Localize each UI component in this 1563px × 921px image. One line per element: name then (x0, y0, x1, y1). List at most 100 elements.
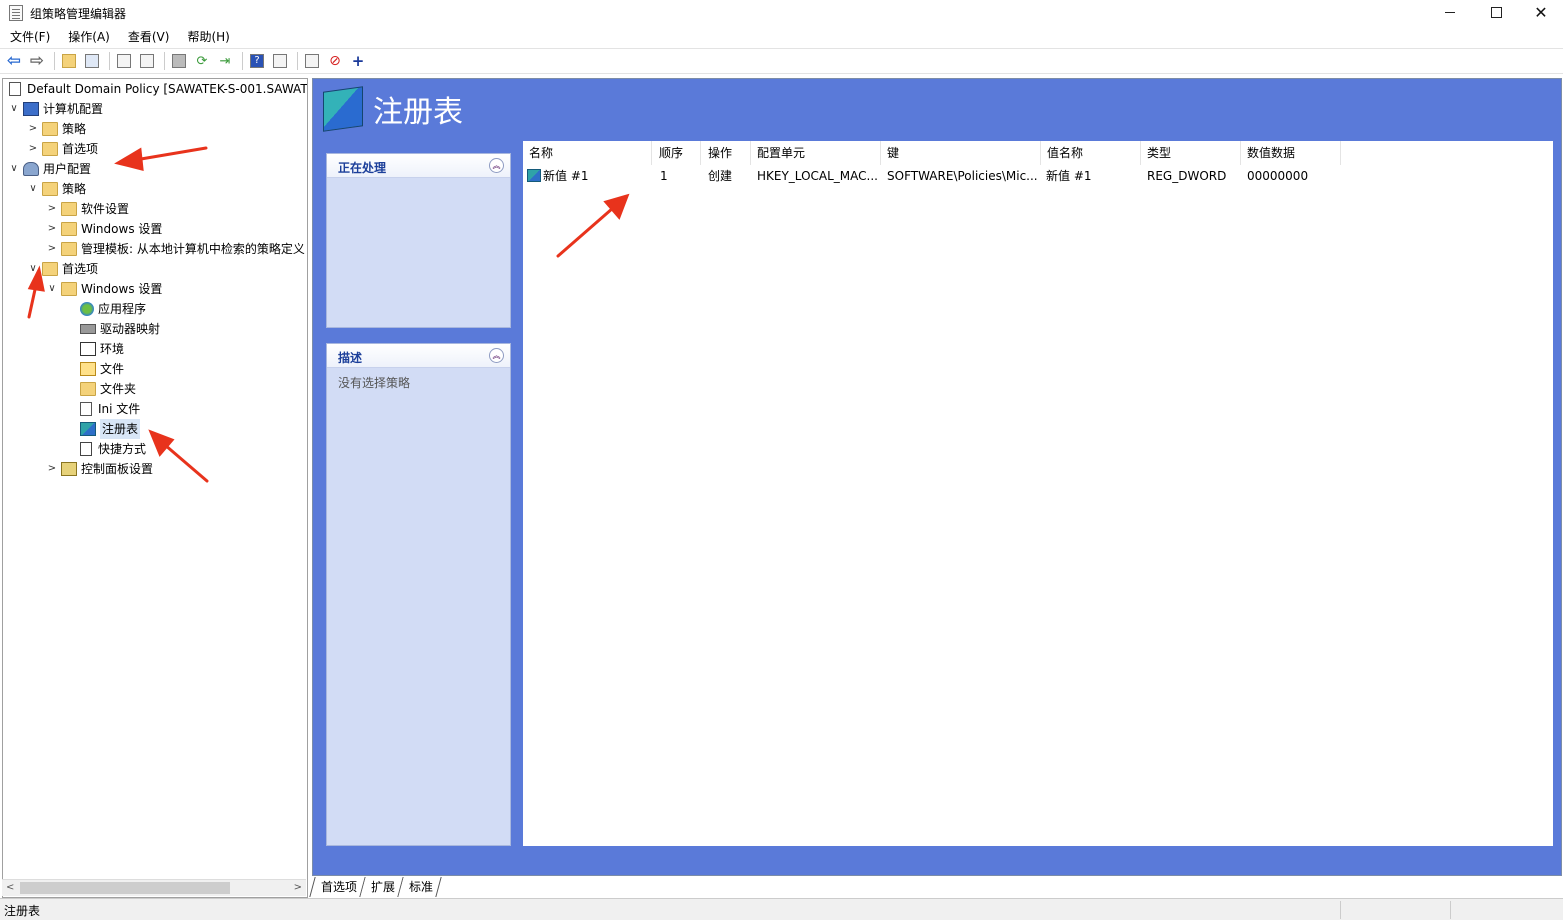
tree-item-label: 控制面板设置 (81, 462, 154, 476)
tree-item-user-preferences[interactable]: ∨ 首选项 (26, 259, 98, 279)
up-folder-icon[interactable] (59, 51, 79, 71)
tree-item-shortcuts[interactable]: 快捷方式 (64, 439, 146, 459)
table-cell-text: 新值 #1 (543, 169, 589, 183)
scroll-right-icon[interactable]: > (294, 880, 302, 896)
column-header-type[interactable]: 类型 (1141, 141, 1241, 165)
column-header-order[interactable]: 顺序 (653, 141, 701, 165)
new-document-icon[interactable] (302, 51, 322, 71)
description-header[interactable]: 描述 ︽ (327, 344, 510, 368)
tree-item-pref-windows-settings[interactable]: ∨ Windows 设置 (45, 279, 162, 299)
registry-value-icon (527, 169, 541, 182)
tree-item-registry[interactable]: 注册表 (64, 419, 141, 439)
tab-standard[interactable]: 标准 (398, 877, 442, 897)
toolbar-separator (242, 52, 243, 70)
refresh-icon[interactable]: ⟳ (192, 51, 212, 71)
menu-file[interactable]: 文件(F) (0, 26, 58, 48)
folder-icon (80, 382, 96, 396)
close-button[interactable]: ✕ (1518, 0, 1563, 24)
window-title: 组策略管理编辑器 (30, 6, 127, 21)
tree-item-label: Windows 设置 (81, 282, 163, 296)
collapse-chevron-up-icon[interactable]: ︽ (489, 158, 504, 173)
tree-item-user-config[interactable]: ∨ 用户配置 (7, 159, 91, 179)
toolbar: ⇦ ⇨ ⟳ ⇥ ? ⊘ + (0, 48, 1563, 74)
tree-item-drive-maps[interactable]: 驱动器映射 (64, 319, 160, 339)
computer-icon (23, 102, 39, 116)
extension-view: 注册表 正在处理 ︽ 描述 ︽ 没有选择策略 名称 顺序 操作 配置单元 键 值… (312, 78, 1562, 876)
tree-item-environment[interactable]: 环境 (64, 339, 124, 359)
table-cell-value-data: 00000000 (1247, 169, 1309, 183)
copy-icon[interactable] (114, 51, 134, 71)
menu-action[interactable]: 操作(A) (58, 26, 118, 48)
description-text: 没有选择策略 (338, 376, 411, 390)
tree-item-computer-config[interactable]: ∨ 计算机配置 (7, 99, 103, 119)
column-header-value-name[interactable]: 值名称 (1041, 141, 1141, 165)
column-header-action[interactable]: 操作 (702, 141, 751, 165)
paste-icon[interactable] (137, 51, 157, 71)
tree-item-label: Windows 设置 (81, 222, 163, 236)
menu-view[interactable]: 查看(V) (118, 26, 178, 48)
add-icon[interactable]: + (348, 51, 368, 71)
back-icon[interactable]: ⇦ (4, 51, 24, 71)
print-icon[interactable] (169, 51, 189, 71)
expand-chevron-icon[interactable]: > (45, 219, 59, 239)
collapse-chevron-icon[interactable]: ∨ (26, 259, 40, 279)
table-cell-hive: HKEY_LOCAL_MAC... (757, 169, 878, 183)
tab-preferences[interactable]: 首选项 (309, 877, 366, 897)
collapse-chevron-icon[interactable]: ∨ (26, 179, 40, 199)
help-icon[interactable]: ? (247, 51, 267, 71)
tree-item-user-policies[interactable]: ∨ 策略 (26, 179, 86, 199)
tree-horizontal-scrollbar[interactable]: < > (2, 879, 306, 896)
view-tabs: 首选项 扩展 标准 (309, 877, 442, 897)
processing-header[interactable]: 正在处理 ︽ (327, 154, 510, 178)
show-hide-tree-icon[interactable] (82, 51, 102, 71)
tree-item-computer-policies[interactable]: > 策略 (26, 119, 86, 139)
menu-help[interactable]: 帮助(H) (177, 26, 237, 48)
expand-chevron-icon[interactable]: > (45, 199, 59, 219)
tab-extended[interactable]: 扩展 (360, 877, 404, 897)
status-bar: 注册表 (0, 898, 1563, 920)
tree-item-label: 策略 (62, 182, 87, 196)
table-cell-name[interactable]: 新值 #1 (523, 165, 652, 187)
maximize-button[interactable] (1473, 0, 1519, 24)
collapse-chevron-icon[interactable]: ∨ (7, 99, 21, 119)
tree-item-folders[interactable]: 文件夹 (64, 379, 136, 399)
user-icon (23, 162, 39, 176)
expand-chevron-icon[interactable]: > (26, 119, 40, 139)
tree-item-ini-files[interactable]: Ini 文件 (64, 399, 140, 419)
tree-item-label: Ini 文件 (98, 402, 141, 416)
tree-item-software-settings[interactable]: > 软件设置 (45, 199, 129, 219)
folder-icon (61, 222, 77, 236)
column-header-key[interactable]: 键 (881, 141, 1041, 165)
tree-item-files[interactable]: 文件 (64, 359, 124, 379)
folder-icon (61, 282, 77, 296)
tree-item-computer-preferences[interactable]: > 首选项 (26, 139, 98, 159)
tree-root[interactable]: Default Domain Policy [SAWATEK-S-001.SAW… (7, 79, 307, 99)
tree-item-label: 首选项 (62, 262, 99, 276)
scrollbar-thumb[interactable] (20, 882, 230, 894)
collapse-chevron-icon[interactable]: ∨ (45, 279, 59, 299)
properties-icon[interactable] (270, 51, 290, 71)
collapse-chevron-icon[interactable]: ∨ (7, 159, 21, 179)
table-cell-action: 创建 (708, 169, 733, 183)
tree-item-applications[interactable]: 应用程序 (64, 299, 146, 319)
expand-chevron-icon[interactable]: > (45, 459, 59, 479)
folder-icon (42, 182, 58, 196)
folder-icon (42, 142, 58, 156)
processing-label: 正在处理 (338, 161, 387, 175)
tree-item-admin-templates[interactable]: > 管理模板: 从本地计算机中检索的策略定义 (45, 239, 305, 259)
forward-icon[interactable]: ⇨ (27, 51, 47, 71)
export-icon[interactable]: ⇥ (215, 51, 235, 71)
tree-item-control-panel[interactable]: > 控制面板设置 (45, 459, 153, 479)
stop-icon[interactable]: ⊘ (325, 51, 345, 71)
column-header-hive[interactable]: 配置单元 (751, 141, 881, 165)
tree-item-label: 计算机配置 (43, 102, 104, 116)
column-header-value-data[interactable]: 数值数据 (1241, 141, 1341, 165)
column-header-name[interactable]: 名称 (523, 141, 652, 165)
tree-item-windows-settings[interactable]: > Windows 设置 (45, 219, 162, 239)
minimize-button[interactable] (1427, 0, 1473, 24)
collapse-chevron-up-icon[interactable]: ︽ (489, 348, 504, 363)
expand-chevron-icon[interactable]: > (26, 139, 40, 159)
scroll-left-icon[interactable]: < (6, 880, 14, 896)
table-cell-value-name: 新值 #1 (1046, 169, 1092, 183)
expand-chevron-icon[interactable]: > (45, 239, 59, 259)
